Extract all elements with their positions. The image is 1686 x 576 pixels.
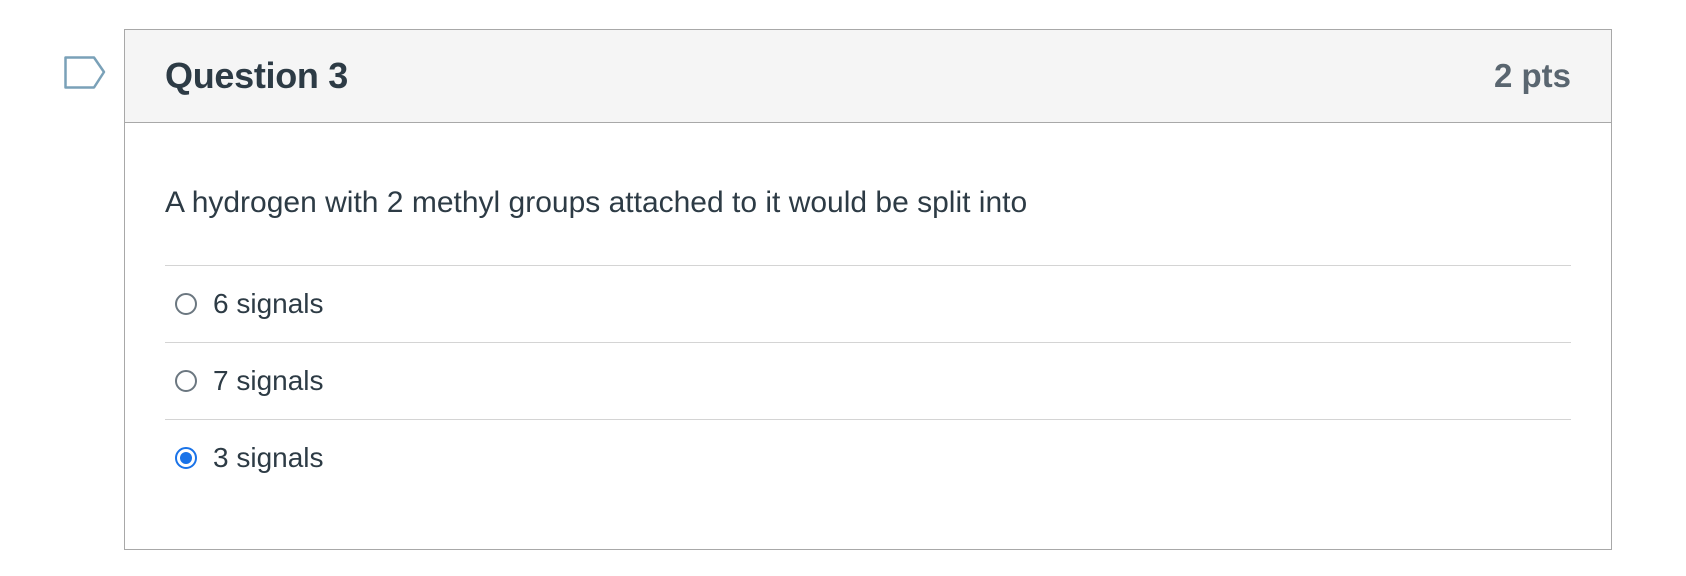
answer-option[interactable]: 6 signals <box>165 266 1571 343</box>
question-title: Question 3 <box>165 55 349 96</box>
flag-question-icon[interactable] <box>64 56 108 90</box>
question-points: 2 pts <box>1493 57 1571 94</box>
question-card: Question 3 2 pts A hydrogen with 2 methy… <box>124 29 1612 550</box>
answer-option[interactable]: 3 signals <box>165 420 1571 496</box>
answer-radio[interactable] <box>175 447 197 469</box>
answer-list: 6 signals 7 signals 3 signals <box>165 265 1571 496</box>
answer-label: 6 signals <box>213 288 324 319</box>
answer-label: 3 signals <box>213 442 324 473</box>
answer-radio[interactable] <box>175 370 197 392</box>
quiz-page: Question 3 2 pts A hydrogen with 2 methy… <box>0 0 1686 576</box>
question-text: A hydrogen with 2 methyl groups attached… <box>165 186 1028 219</box>
question-body: A hydrogen with 2 methyl groups attached… <box>125 186 1611 496</box>
answer-option[interactable]: 7 signals <box>165 343 1571 420</box>
answer-radio[interactable] <box>175 293 197 315</box>
answer-label: 7 signals <box>213 365 324 396</box>
question-header: Question 3 2 pts <box>125 30 1611 123</box>
